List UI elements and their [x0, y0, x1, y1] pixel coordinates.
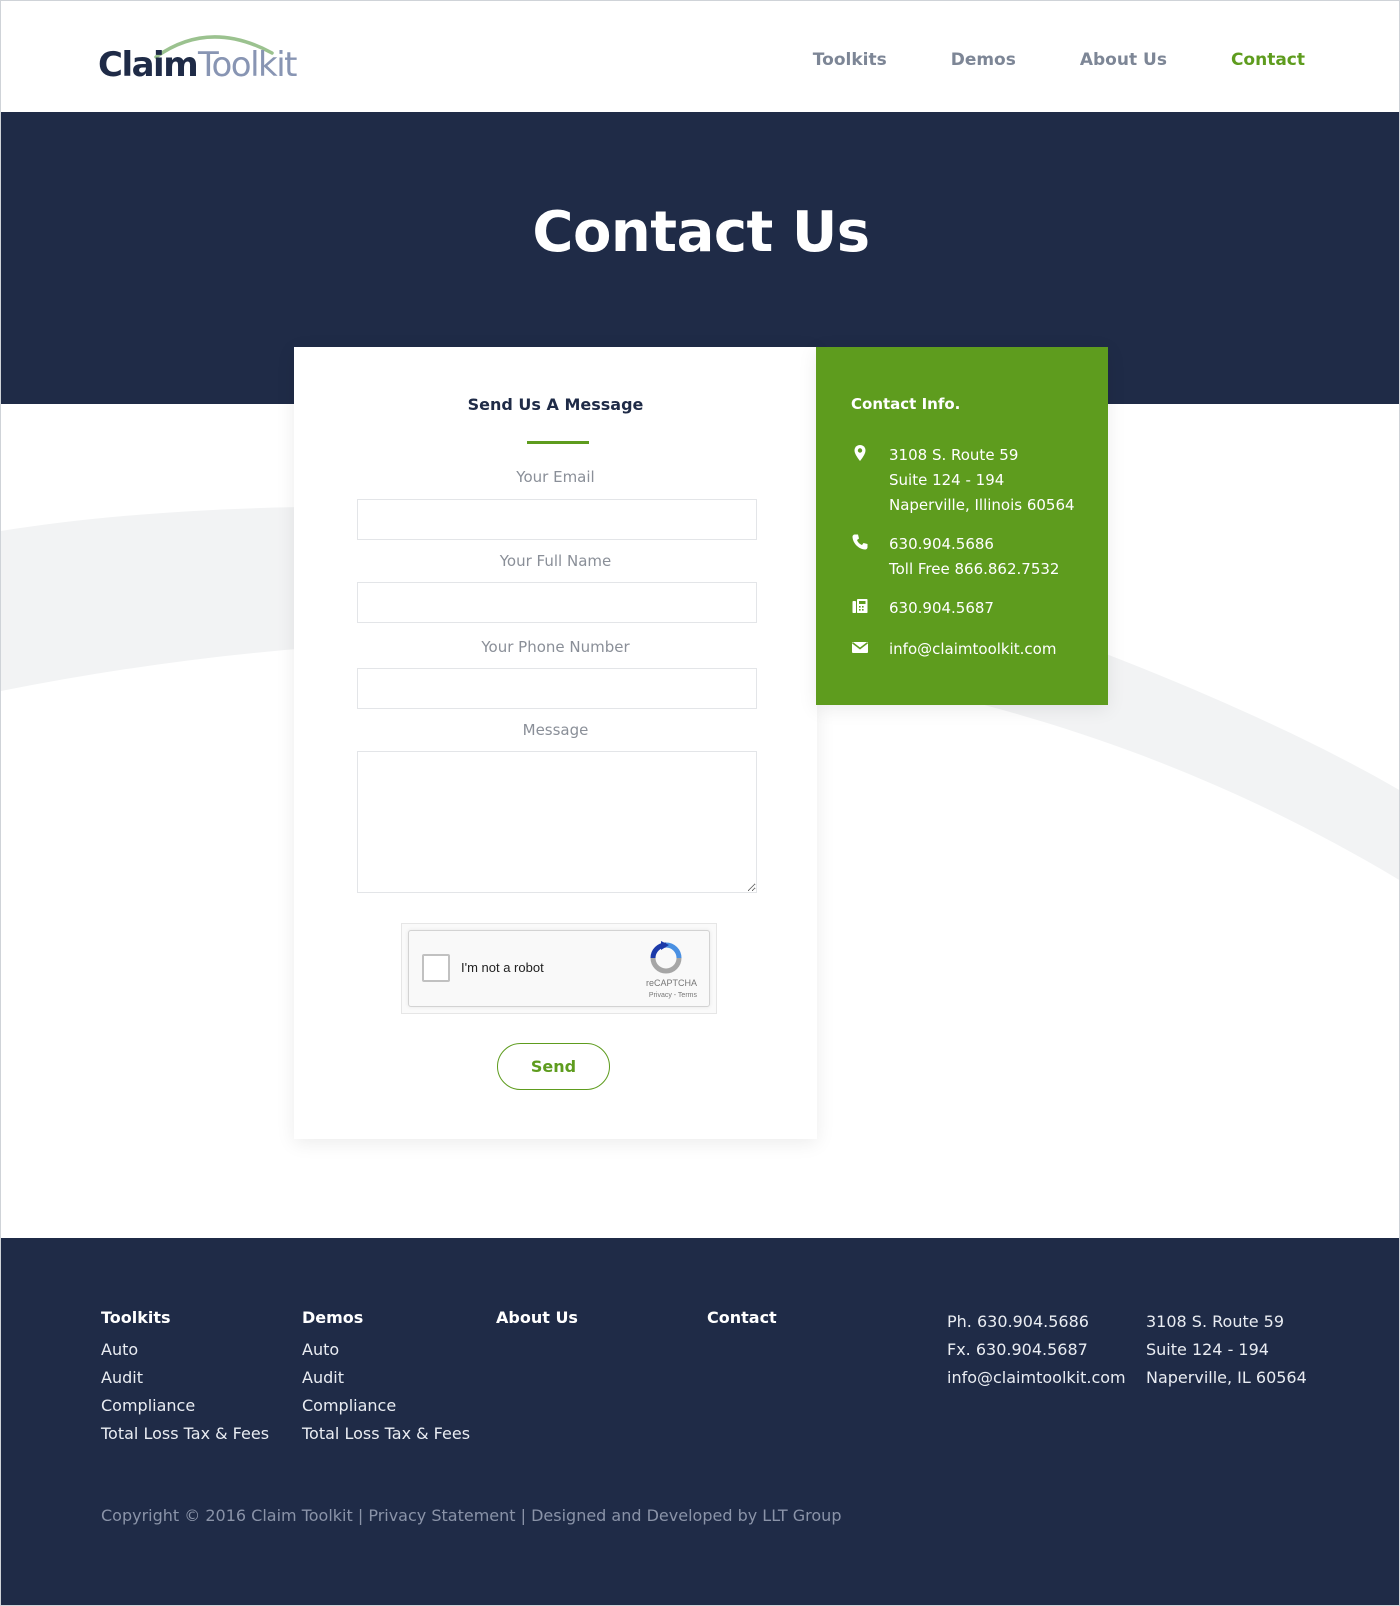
footer-col-about: About Us	[496, 1308, 578, 1336]
footer-address-block: 3108 S. Route 59 Suite 124 - 194 Napervi…	[1146, 1308, 1307, 1392]
logo-text-claim: Claim	[98, 45, 199, 85]
copyright-text: Copyright © 2016 Claim Toolkit | Privacy…	[101, 1506, 842, 1525]
address-line-1: 3108 S. Route 59	[889, 446, 1019, 464]
footer-phone: Ph. 630.904.5686	[947, 1312, 1089, 1331]
fax-icon	[852, 599, 868, 613]
footer-link-demos-auto[interactable]: Auto	[302, 1336, 470, 1364]
footer-col-toolkits: Toolkits Auto Audit Compliance Total Los…	[101, 1308, 269, 1448]
footer-address-line-3: Naperville, IL 60564	[1146, 1368, 1307, 1387]
nav-contact[interactable]: Contact	[1231, 50, 1305, 70]
form-title: Send Us A Message	[467, 395, 644, 414]
main-nav: Toolkits Demos About Us Contact	[749, 50, 1305, 70]
phone-label: Your Phone Number	[481, 638, 630, 656]
phone-lines: 630.904.5686 Toll Free 866.862.7532	[889, 532, 1059, 582]
footer-heading-toolkits[interactable]: Toolkits	[101, 1308, 269, 1329]
email-lines: info@claimtoolkit.com	[889, 637, 1056, 662]
phone-number[interactable]: 630.904.5686	[889, 532, 1059, 557]
recaptcha-label: I'm not a robot	[461, 960, 544, 975]
envelope-icon	[852, 642, 868, 653]
send-button[interactable]: Send	[497, 1043, 610, 1090]
footer-email[interactable]: info@claimtoolkit.com	[947, 1364, 1126, 1392]
footer-heading-demos[interactable]: Demos	[302, 1308, 470, 1329]
recaptcha-checkbox[interactable]	[422, 954, 450, 982]
map-pin-icon	[854, 445, 866, 461]
phone-icon	[852, 534, 868, 550]
site-footer: Toolkits Auto Audit Compliance Total Los…	[1, 1238, 1399, 1605]
full-name-label: Your Full Name	[499, 552, 612, 570]
footer-link-toolkits-compliance[interactable]: Compliance	[101, 1392, 269, 1420]
footer-address-line-1: 3108 S. Route 59	[1146, 1312, 1285, 1331]
recaptcha-box: I'm not a robot reCAPTCHA Privacy - Term…	[408, 930, 710, 1007]
message-label: Message	[522, 721, 589, 739]
recaptcha-widget: I'm not a robot reCAPTCHA Privacy - Term…	[401, 923, 717, 1014]
address-lines: 3108 S. Route 59 Suite 124 - 194 Napervi…	[889, 443, 1075, 518]
footer-address-line-2: Suite 124 - 194	[1146, 1340, 1269, 1359]
footer-link-toolkits-total-loss[interactable]: Total Loss Tax & Fees	[101, 1420, 269, 1448]
fax-lines: 630.904.5687	[889, 596, 994, 621]
footer-heading-about-us[interactable]: About Us	[496, 1308, 578, 1329]
contact-form-card: Send Us A Message Your Email Your Full N…	[294, 347, 817, 1139]
nav-about-us[interactable]: About Us	[1080, 50, 1167, 70]
site-header: Claim Toolkit Toolkits Demos About Us Co…	[1, 1, 1399, 112]
address-line-3: Naperville, Illinois 60564	[889, 496, 1075, 514]
footer-col-contact: Contact	[707, 1308, 777, 1336]
nav-toolkits[interactable]: Toolkits	[813, 50, 887, 70]
recaptcha-brand: reCAPTCHA	[645, 978, 697, 988]
recaptcha-logo-icon	[650, 941, 682, 974]
logo[interactable]: Claim Toolkit	[98, 27, 298, 87]
nav-demos[interactable]: Demos	[951, 50, 1016, 70]
logo-text-toolkit: Toolkit	[198, 45, 298, 85]
full-name-field[interactable]	[357, 582, 757, 623]
email-label: Your Email	[516, 468, 595, 486]
fax-number: 630.904.5687	[889, 599, 994, 617]
form-title-underline	[527, 441, 589, 444]
footer-fax: Fx. 630.904.5687	[947, 1340, 1088, 1359]
footer-contact-block: Ph. 630.904.5686 Fx. 630.904.5687 info@c…	[947, 1308, 1126, 1392]
page-title: Contact Us	[532, 200, 870, 265]
contact-info-title: Contact Info.	[851, 395, 961, 413]
toll-free-number[interactable]: Toll Free 866.862.7532	[889, 557, 1059, 582]
page: Claim Toolkit Toolkits Demos About Us Co…	[0, 0, 1400, 1606]
email-field[interactable]	[357, 499, 757, 540]
recaptcha-privacy-terms[interactable]: Privacy - Terms	[649, 992, 697, 999]
footer-col-demos: Demos Auto Audit Compliance Total Loss T…	[302, 1308, 470, 1448]
footer-link-demos-audit[interactable]: Audit	[302, 1364, 470, 1392]
contact-email[interactable]: info@claimtoolkit.com	[889, 637, 1056, 662]
phone-field[interactable]	[357, 668, 757, 709]
footer-heading-contact[interactable]: Contact	[707, 1308, 777, 1329]
contact-info-card: Contact Info. 3108 S. Route 59 Suite 124…	[816, 347, 1108, 705]
message-field[interactable]	[357, 751, 757, 893]
footer-link-demos-compliance[interactable]: Compliance	[302, 1392, 470, 1420]
footer-link-toolkits-audit[interactable]: Audit	[101, 1364, 269, 1392]
address-line-2: Suite 124 - 194	[889, 471, 1005, 489]
footer-link-toolkits-auto[interactable]: Auto	[101, 1336, 269, 1364]
footer-link-demos-total-loss[interactable]: Total Loss Tax & Fees	[302, 1420, 470, 1448]
